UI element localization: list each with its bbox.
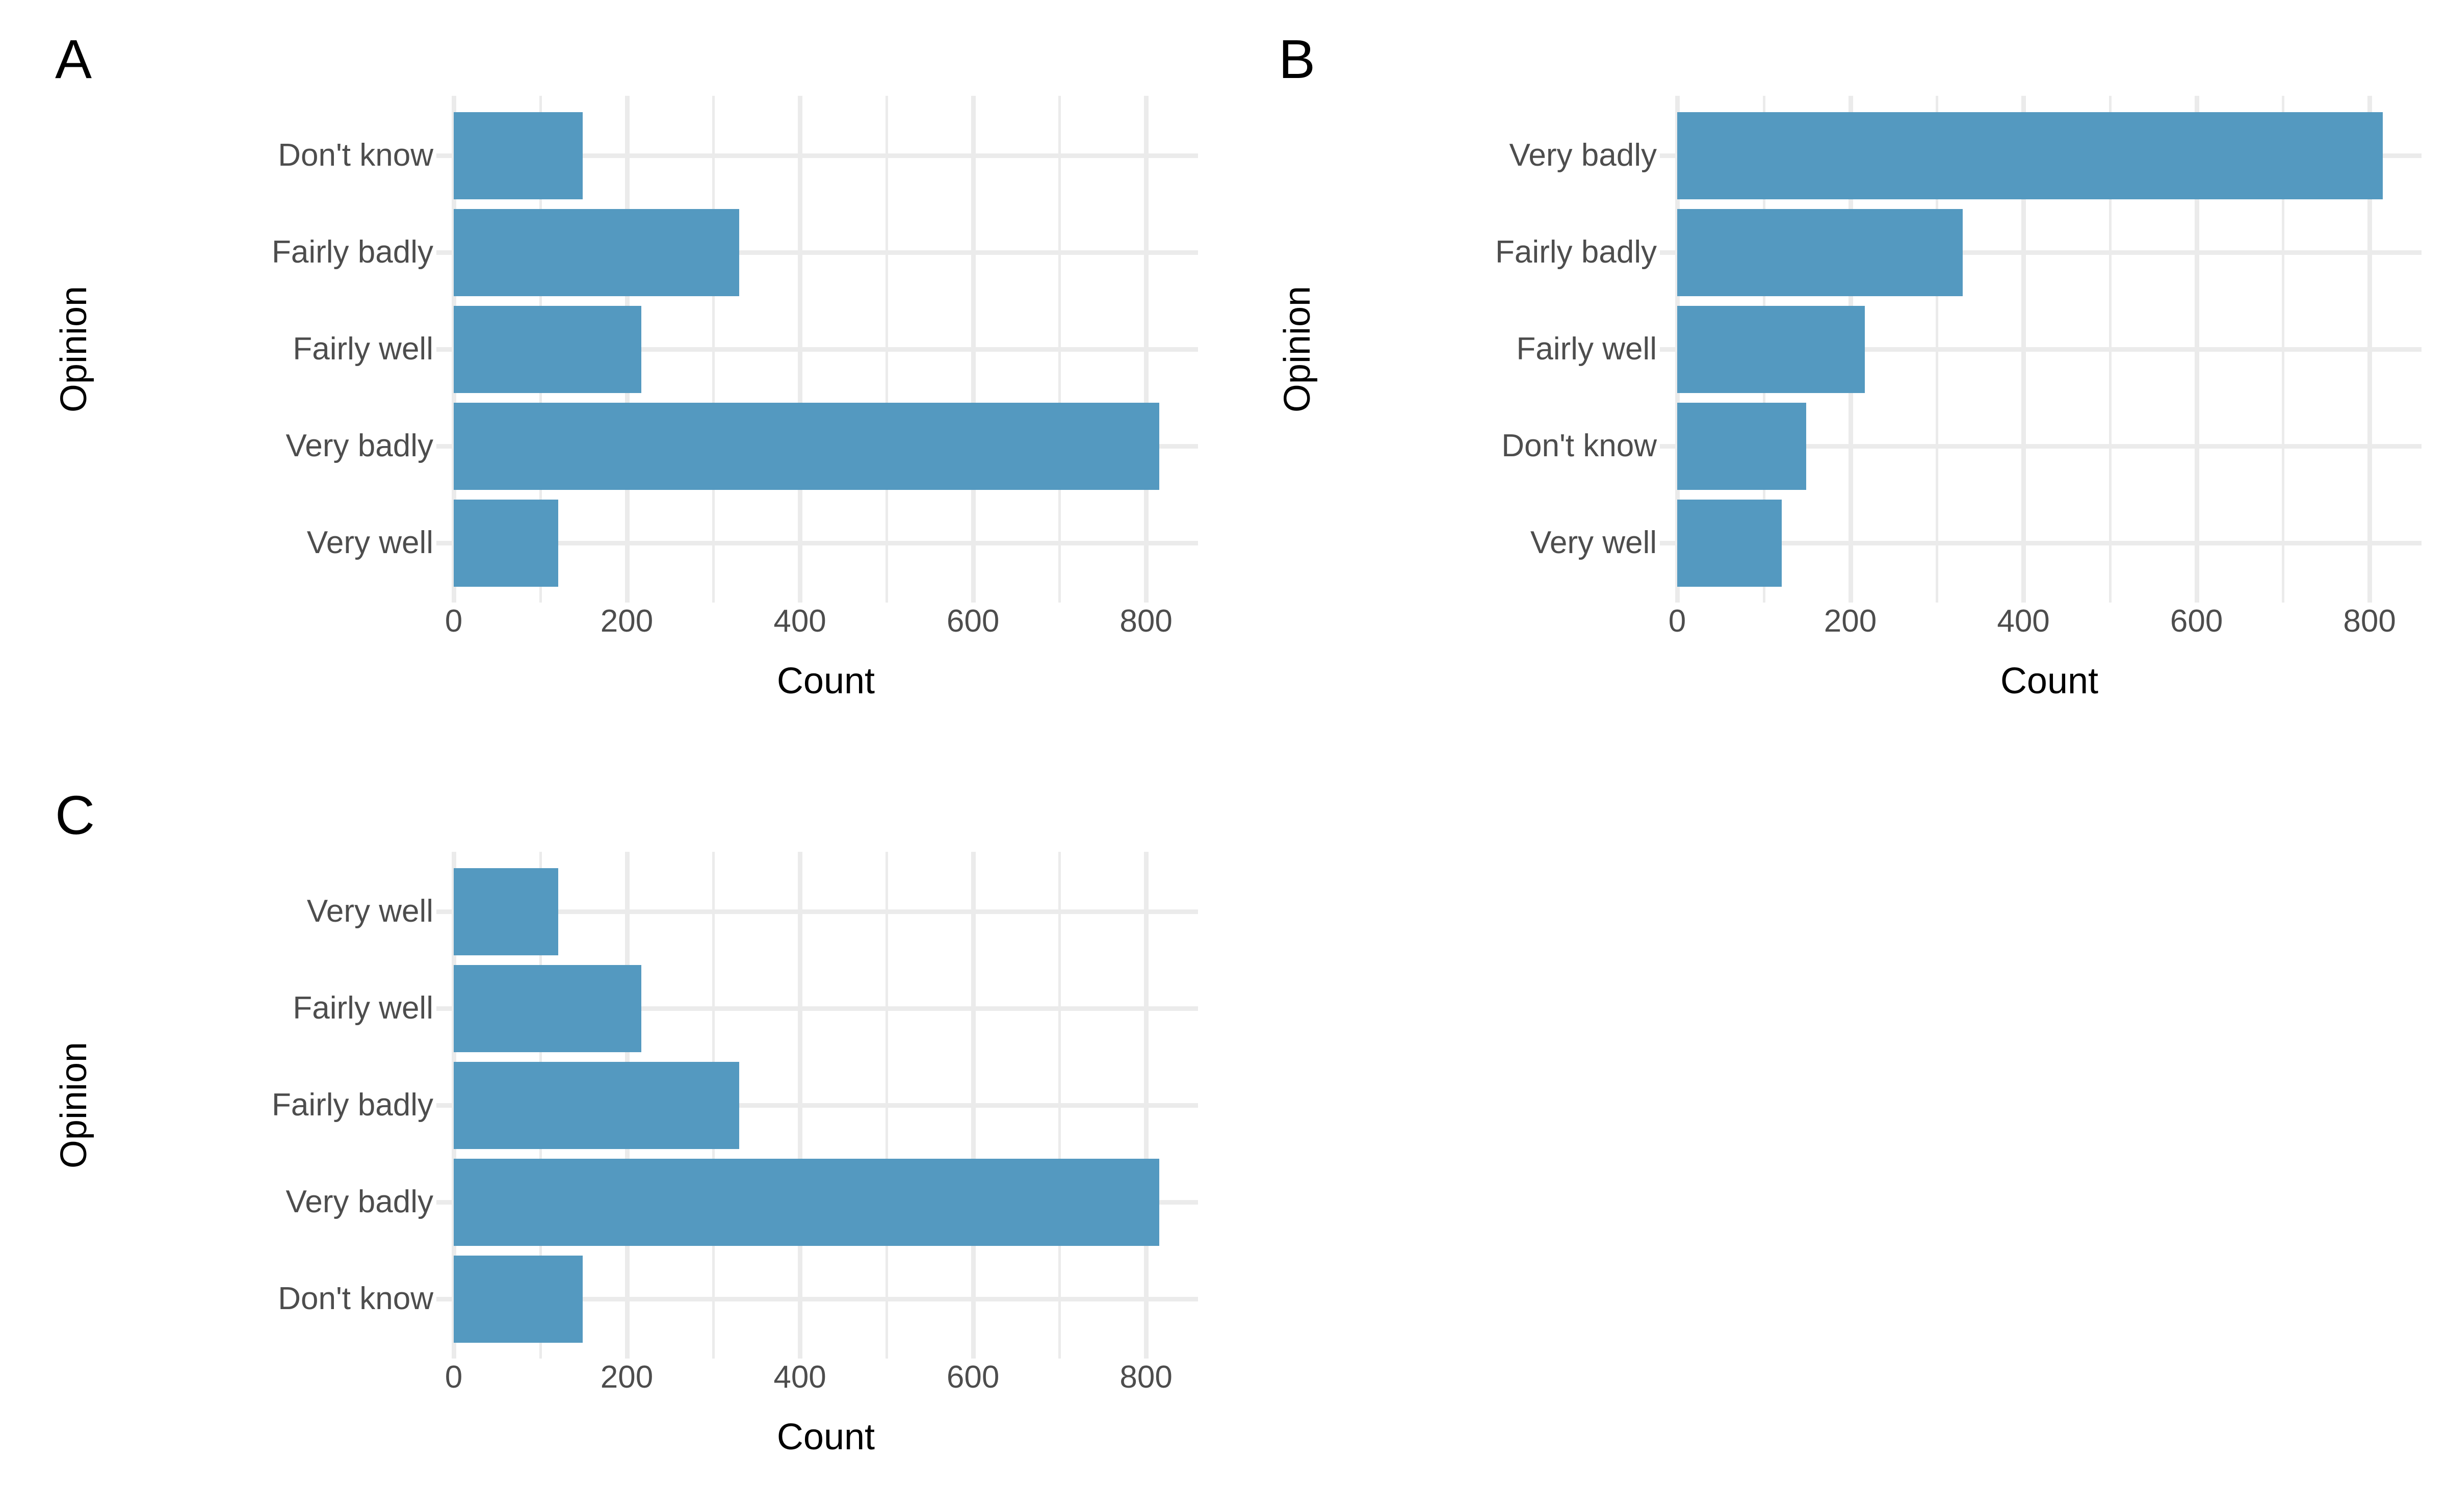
x-tick-label: 200 [600,604,654,639]
x-tick-label: 400 [1997,604,2050,639]
y-tick-label: Fairly badly [272,234,433,270]
y-tick-label: Fairly well [293,990,433,1026]
y-axis-title-c: Opinion [51,863,97,1347]
bar [454,868,559,955]
x-tick-label: 800 [2343,604,2396,639]
bar-row [454,305,1198,393]
y-axis-title-text-a: Opinion [54,285,95,413]
y-axis-title-text-c: Opinion [54,1041,95,1169]
y-tick-label: Very well [306,525,433,560]
x-tick-label: 0 [1668,604,1686,639]
bar [454,964,642,1052]
bar-row [1677,499,2422,587]
x-tick-labels-a: 0 200 400 600 800 [445,604,1198,651]
y-tick-label: Very well [306,894,433,929]
panel-tag-b: B [1279,28,1316,90]
y-tick-label: Don't know [1501,428,1657,463]
x-axis-title-b: Count [2000,661,2099,701]
panel-a: A Opinion Don't know Fairly badly Fairly… [0,0,1224,756]
bar [1677,402,1806,490]
y-tick-label: Don't know [278,1281,433,1316]
bar-row [454,499,1198,587]
x-tick-labels-c: 0 200 400 600 800 [445,1360,1198,1407]
y-tick-labels-b: Very badly Fairly badly Fairly well Don'… [1320,107,1657,591]
y-tick-labels-c: Very well Fairly well Fairly badly Very … [97,863,433,1347]
bar [1677,305,1865,393]
bar [454,402,1159,490]
figure-canvas: A Opinion Don't know Fairly badly Fairly… [0,0,2447,1512]
bar-row [454,402,1198,490]
x-axis-title-c: Count [776,1417,875,1457]
bar [454,208,740,296]
bar [454,499,559,587]
y-tick-label: Very well [1530,525,1657,560]
x-tick-label: 600 [946,604,1000,639]
y-tick-label: Very badly [285,1184,433,1219]
x-tick-label: 600 [946,1360,1000,1395]
x-tick-label: 400 [773,604,826,639]
bar-row [454,1061,1198,1149]
x-tick-labels-b: 0 200 400 600 800 [1669,604,2422,651]
x-tick-label: 0 [445,604,463,639]
y-tick-label: Don't know [278,138,433,173]
panel-b: B Opinion Very badly Fairly badly Fairly… [1224,0,2447,756]
x-tick-label: 200 [1824,604,1877,639]
bars-b [1677,107,2422,591]
y-axis-title-a: Opinion [51,107,97,591]
bar-row [1677,305,2422,393]
x-tick-label: 400 [773,1360,826,1395]
plot-area-c [436,852,1198,1359]
bar [454,305,642,393]
y-axis-title-text-b: Opinion [1277,285,1318,413]
panel-tag-a: A [55,28,92,90]
y-tick-label: Fairly badly [272,1087,433,1123]
bar [454,1158,1159,1246]
y-tick-label: Fairly well [293,331,433,367]
bar-row [454,112,1198,199]
bar-row [454,208,1198,296]
bar-row [1677,112,2422,199]
bar [1677,208,1963,296]
bar-row [454,1255,1198,1343]
bar-row [454,1158,1198,1246]
panel-tag-c: C [55,784,95,846]
bar-row [454,964,1198,1052]
bar-row [1677,402,2422,490]
bar [454,1061,740,1149]
x-tick-label: 800 [1120,1360,1173,1395]
plot-area-b [1660,96,2422,603]
panel-c: C Opinion Very well Fairly well Fairly b… [0,756,1224,1512]
bar [454,1255,583,1343]
bar [1677,499,1782,587]
plot-area-a [436,96,1198,603]
x-tick-label: 0 [445,1360,463,1395]
y-tick-labels-a: Don't know Fairly badly Fairly well Very… [97,107,433,591]
y-tick-label: Fairly badly [1495,234,1657,270]
y-tick-label: Very badly [285,428,433,463]
x-axis-title-a: Count [776,661,875,701]
y-tick-label: Very badly [1509,138,1657,173]
y-axis-title-b: Opinion [1274,107,1320,591]
bar [1677,112,2383,199]
bar [454,112,583,199]
bar-row [454,868,1198,955]
bars-c [454,863,1198,1347]
x-tick-label: 600 [2170,604,2223,639]
x-tick-label: 200 [600,1360,654,1395]
bar-row [1677,208,2422,296]
y-tick-label: Fairly well [1516,331,1657,367]
bars-a [454,107,1198,591]
x-tick-label: 800 [1120,604,1173,639]
